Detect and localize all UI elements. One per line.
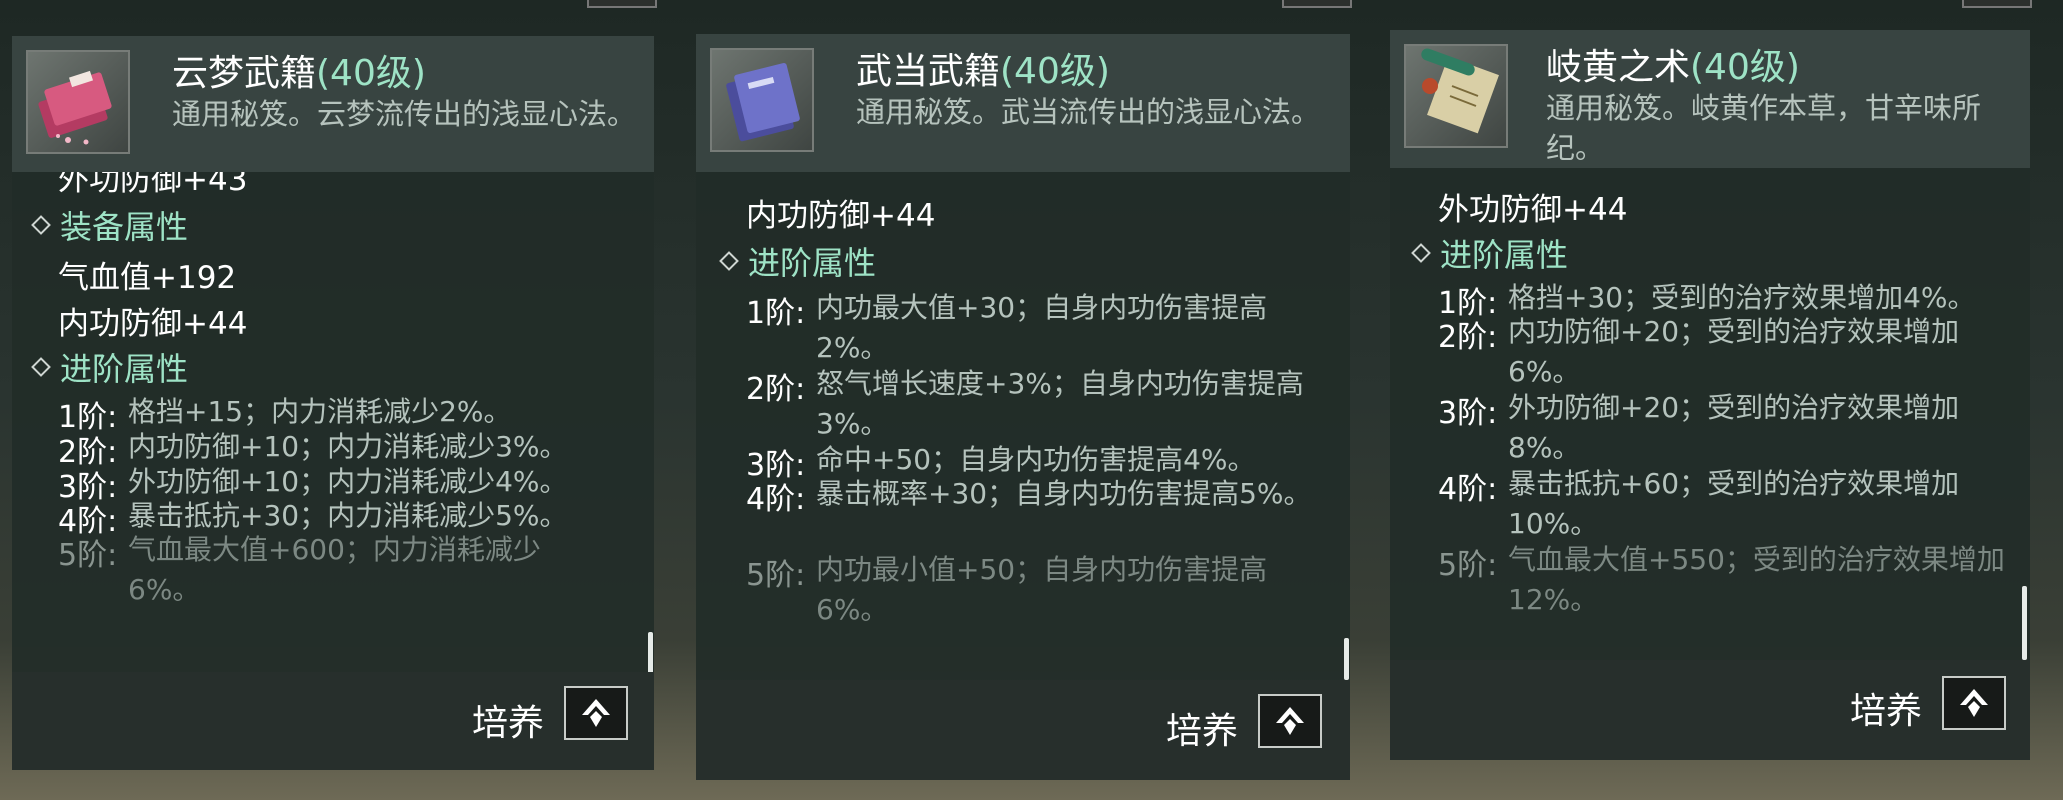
item-title: 岐黄之术(40级) [1546,47,1800,88]
scrollbar[interactable] [648,632,653,672]
arrow-up-icon [582,699,610,727]
card-header: 武当武籍(40级) 通用秘笈。武当流传出的浅显心法。 [696,34,1350,172]
stat-line: 外功防御+44 [1438,192,1628,228]
diamond-icon [719,251,739,271]
cultivate-label: 培养 [1850,691,1923,732]
diamond-icon [1411,243,1431,263]
item-card-wudang: 武当武籍(40级) 通用秘笈。武当流传出的浅显心法。 内功防御+44 进阶属性 … [696,34,1350,780]
cultivate-button[interactable] [564,686,628,740]
section-advanced-attributes: 进阶属性 [31,344,188,390]
top-tab-1 [587,0,657,8]
card-footer: 培养 [12,672,654,770]
diamond-icon [31,215,51,235]
arrow-up-icon [1276,707,1304,735]
top-tab-3 [1962,0,2032,8]
item-level: (40级) [1000,51,1110,92]
section-advanced-attributes: 进阶属性 [719,238,876,284]
item-card-yunmeng: 云梦武籍(40级) 通用秘笈。云梦流传出的浅显心法。 外功防御+43 装备属性 … [12,36,654,770]
item-level: (40级) [1690,47,1800,88]
cultivate-label: 培养 [1166,711,1239,752]
stats-scroll-area[interactable]: 外功防御+44 进阶属性 1阶: 格挡+30；受到的治疗效果增加4%。 2阶: 内功… [1390,168,2030,660]
item-level: (40级) [316,53,426,94]
cultivate-button[interactable] [1258,694,1322,748]
card-footer: 培养 [1390,660,2030,760]
stat-line: 内功防御+44 [58,306,248,342]
purple-book-icon [710,48,814,152]
section-advanced-attributes: 进阶属性 [1411,230,1568,276]
stats-scroll-area[interactable]: 内功防御+44 进阶属性 1阶: 内功最大值+30；自身内功伤害提高2%。 2阶:… [696,172,1350,680]
item-title: 云梦武籍(40级) [172,53,426,94]
diamond-icon [31,357,51,377]
item-title: 武当武籍(40级) [856,51,1110,92]
card-header: 云梦武籍(40级) 通用秘笈。云梦流传出的浅显心法。 [12,36,654,172]
stat-line: 内功防御+44 [746,198,936,234]
card-footer: 培养 [696,680,1350,780]
item-description: 通用秘笈。云梦流传出的浅显心法。 [172,97,637,131]
item-description: 通用秘笈。岐黄作本草，甘辛味所纪。 [1546,91,1982,165]
cultivate-button[interactable] [1942,676,2006,730]
stat-line: 外功防御+43 [58,172,248,198]
item-description: 通用秘笈。武当流传出的浅显心法。 [856,95,1321,129]
scrollbar[interactable] [1344,638,1349,680]
arrow-up-icon [1960,689,1988,717]
card-header: 岐黄之术(40级) 通用秘笈。岐黄作本草，甘辛味所纪。 [1390,30,2030,168]
cultivate-label: 培养 [472,703,545,744]
pink-book-icon [26,50,130,154]
stats-scroll-area[interactable]: 外功防御+43 装备属性 气血值+192 内功防御+44 进阶属性 1阶: 格挡+… [12,172,654,672]
stat-line: 气血值+192 [58,260,237,296]
top-tab-2 [1282,0,1352,8]
scroll-icon [1404,44,1508,148]
section-equip-attributes: 装备属性 [31,202,188,248]
item-card-qihuang: 岐黄之术(40级) 通用秘笈。岐黄作本草，甘辛味所纪。 外功防御+44 进阶属性… [1390,30,2030,760]
scrollbar[interactable] [2022,586,2027,660]
